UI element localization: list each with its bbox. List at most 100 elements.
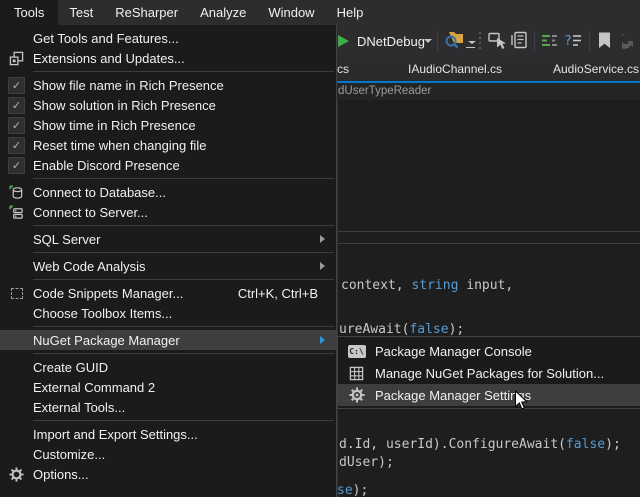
menu-resharper-label: ReSharper [115, 5, 178, 20]
previous-bookmark-icon[interactable] [622, 32, 640, 54]
menu-separator [33, 178, 334, 179]
console-icon: C:\ [338, 345, 375, 358]
comment-lines-icon[interactable]: ? [564, 33, 582, 54]
breadcrumb[interactable]: dUserTypeReader [338, 85, 431, 97]
menu-separator [33, 71, 334, 72]
menu-item-label: Options... [33, 467, 336, 482]
packages-grid-icon [338, 366, 375, 381]
menu-item-import-export-settings[interactable]: Import and Export Settings... [0, 424, 336, 444]
menu-item-external-tools[interactable]: External Tools... [0, 397, 336, 417]
menu-help-label: Help [337, 5, 364, 20]
menu-item-label: Create GUID [33, 360, 336, 375]
menu-item-external-command-2[interactable]: External Command 2 [0, 377, 336, 397]
check-icon: ✓ [8, 157, 25, 174]
menu-item-show-solution-rich-presence[interactable]: ✓ Show solution in Rich Presence [0, 95, 336, 115]
nuget-submenu-popup: C:\ Package Manager Console Manage NuGet… [337, 336, 640, 409]
tab-iaudiochannel[interactable]: IAudioChannel.cs [408, 62, 502, 76]
submenu-item-label: Package Manager Settings [375, 388, 640, 403]
menu-item-label: Enable Discord Presence [33, 158, 336, 173]
run-configuration-dropdown[interactable]: DNetDebug [357, 34, 425, 49]
navigate-to-cursor-icon[interactable] [488, 32, 506, 56]
toolbar-drag-handle[interactable] [479, 32, 481, 50]
menu-separator [33, 252, 334, 253]
tools-menu-popup: Get Tools and Features... Extensions and… [0, 25, 337, 497]
menu-separator [33, 225, 334, 226]
database-icon [0, 185, 33, 200]
icon-slot: ✓ [0, 77, 33, 94]
menu-tools[interactable]: Tools [0, 0, 58, 25]
format-document-icon[interactable] [541, 33, 558, 54]
menu-item-label: External Command 2 [33, 380, 336, 395]
menu-item-label: Show time in Rich Presence [33, 118, 336, 133]
menu-item-nuget-package-manager[interactable]: NuGet Package Manager [0, 330, 336, 350]
menu-item-label: Reset time when changing file [33, 138, 336, 153]
menu-window[interactable]: Window [257, 0, 325, 25]
submenu-item-label: Package Manager Console [375, 344, 640, 359]
editor-separator-line [338, 243, 640, 244]
menu-item-label: Show solution in Rich Presence [33, 98, 336, 113]
submenu-item-package-manager-console[interactable]: C:\ Package Manager Console [338, 340, 640, 362]
submenu-item-manage-nuget-packages[interactable]: Manage NuGet Packages for Solution... [338, 362, 640, 384]
tab-clipped[interactable]: cs [337, 62, 349, 76]
gear-icon [338, 387, 375, 403]
check-icon: ✓ [8, 97, 25, 114]
extensions-icon [0, 51, 33, 66]
menu-analyze-label: Analyze [200, 5, 246, 20]
menu-item-web-code-analysis[interactable]: Web Code Analysis [0, 256, 336, 276]
console-icon-text: C:\ [348, 345, 366, 358]
menu-separator [33, 353, 334, 354]
menu-item-label: Web Code Analysis [33, 259, 320, 274]
tab-audioservice[interactable]: AudioService.cs [553, 62, 639, 76]
menu-item-create-guid[interactable]: Create GUID [0, 357, 336, 377]
menu-analyze[interactable]: Analyze [189, 0, 257, 25]
submenu-arrow-icon [320, 336, 336, 344]
menu-item-label: Get Tools and Features... [33, 31, 336, 46]
menu-item-connect-to-database[interactable]: Connect to Database... [0, 182, 336, 202]
menu-item-show-time-rich-presence[interactable]: ✓ Show time in Rich Presence [0, 115, 336, 135]
chevron-down-icon[interactable] [424, 39, 432, 43]
menu-item-label: NuGet Package Manager [33, 333, 320, 348]
bookmark-icon[interactable] [598, 32, 611, 54]
code-line: ureAwait(false); [339, 322, 464, 337]
menu-item-label: Show file name in Rich Presence [33, 78, 336, 93]
icon-slot: ✓ [0, 117, 33, 134]
svg-text:?: ? [564, 34, 572, 49]
menu-separator [33, 326, 334, 327]
menu-test[interactable]: Test [58, 0, 104, 25]
toolbar-options-chevron-icon[interactable] [468, 41, 476, 44]
menu-resharper[interactable]: ReSharper [104, 0, 189, 25]
menu-separator [33, 279, 334, 280]
menu-item-extensions-and-updates[interactable]: Extensions and Updates... [0, 48, 336, 68]
menu-item-customize[interactable]: Customize... [0, 444, 336, 464]
server-icon [0, 205, 33, 220]
submenu-arrow-icon [320, 235, 336, 243]
find-in-files-icon[interactable] [444, 30, 464, 54]
menu-item-show-file-name-rich-presence[interactable]: ✓ Show file name in Rich Presence [0, 75, 336, 95]
main-menu-bar: Tools Test ReSharper Analyze Window Help [0, 0, 640, 25]
start-debug-icon[interactable] [338, 35, 349, 47]
menu-help[interactable]: Help [326, 0, 375, 25]
menu-item-connect-to-server[interactable]: Connect to Server... [0, 202, 336, 222]
menu-item-label: Code Snippets Manager... [33, 286, 238, 301]
code-line: dUser); [339, 455, 394, 470]
toolbar-separator [589, 31, 590, 51]
submenu-item-package-manager-settings[interactable]: Package Manager Settings [338, 384, 640, 406]
menu-item-reset-time-when-changing-file[interactable]: ✓ Reset time when changing file [0, 135, 336, 155]
vs-ide-window: context, string input, ureAwait(false); … [0, 0, 640, 497]
menu-test-label: Test [69, 5, 93, 20]
menu-separator [33, 420, 334, 421]
menu-item-enable-discord-presence[interactable]: ✓ Enable Discord Presence [0, 155, 336, 175]
submenu-arrow-icon [320, 262, 336, 270]
mouse-cursor [514, 390, 529, 417]
pending-changes-icon[interactable] [510, 31, 528, 56]
menu-item-label: Choose Toolbox Items... [33, 306, 336, 321]
menu-item-sql-server[interactable]: SQL Server [0, 229, 336, 249]
editor-separator-line [338, 231, 640, 232]
check-icon: ✓ [8, 137, 25, 154]
menu-item-options[interactable]: Options... [0, 464, 336, 484]
menu-item-get-tools-and-features[interactable]: Get Tools and Features... [0, 28, 336, 48]
menu-item-choose-toolbox-items[interactable]: Choose Toolbox Items... [0, 303, 336, 323]
menu-item-label: SQL Server [33, 232, 320, 247]
menu-item-code-snippets-manager[interactable]: Code Snippets Manager... Ctrl+K, Ctrl+B [0, 283, 336, 303]
toolbar-separator [437, 31, 438, 51]
